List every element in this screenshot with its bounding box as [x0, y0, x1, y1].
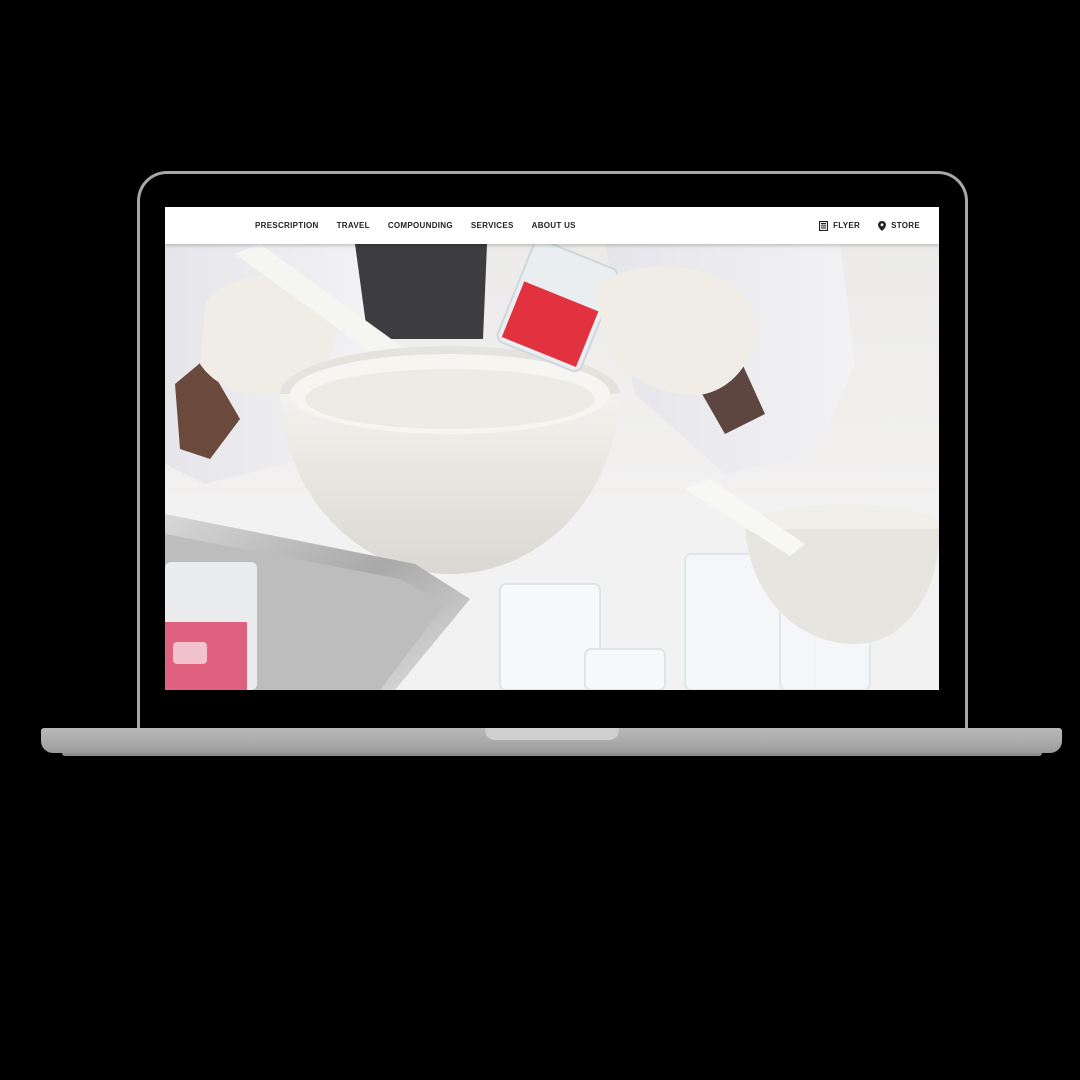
hero-image — [165, 244, 939, 690]
top-navigation-bar: PRESCRIPTION TRAVEL COMPOUNDING SERVICES… — [165, 207, 939, 244]
store-link[interactable]: STORE — [878, 220, 920, 231]
store-label: STORE — [891, 221, 920, 230]
nav-link-prescription[interactable]: PRESCRIPTION — [255, 221, 319, 230]
laptop-foot — [62, 753, 1042, 756]
flyer-label: FLYER — [833, 221, 861, 230]
hero-illustration — [165, 244, 939, 690]
flyer-icon — [819, 220, 829, 231]
laptop-screen: PRESCRIPTION TRAVEL COMPOUNDING SERVICES… — [165, 207, 939, 690]
nav-link-services[interactable]: SERVICES — [471, 221, 514, 230]
map-pin-icon — [878, 220, 887, 231]
flyer-link[interactable]: FLYER — [819, 220, 861, 231]
stage: PRESCRIPTION TRAVEL COMPOUNDING SERVICES… — [0, 0, 1080, 1080]
laptop-notch — [485, 728, 619, 740]
nav-link-travel[interactable]: TRAVEL — [337, 221, 370, 230]
primary-nav: PRESCRIPTION TRAVEL COMPOUNDING SERVICES… — [255, 207, 576, 244]
utility-nav: FLYER STORE — [819, 207, 920, 244]
nav-link-compounding[interactable]: COMPOUNDING — [388, 221, 453, 230]
nav-link-about-us[interactable]: ABOUT US — [532, 221, 576, 230]
